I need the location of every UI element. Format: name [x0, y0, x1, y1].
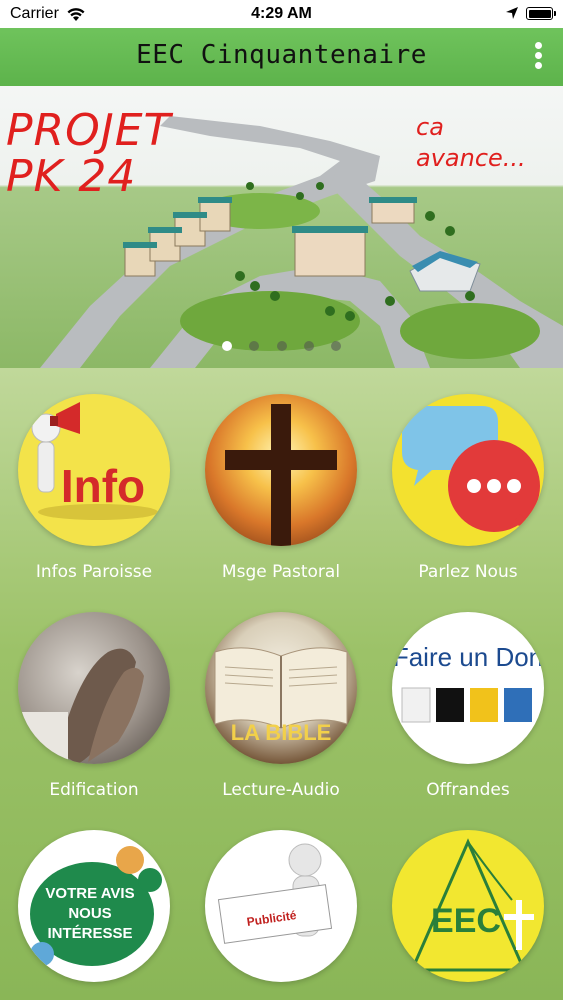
- menu-item-offrandes[interactable]: Faire un Don Offrandes: [374, 612, 562, 800]
- donation-image: Faire un Don: [392, 612, 544, 764]
- feedback-text-line: INTÉRESSE: [47, 925, 132, 942]
- tile-label: Edification: [49, 780, 139, 800]
- donation-title-text: Faire un Don: [393, 642, 543, 672]
- tile-label: Offrandes: [426, 780, 510, 800]
- menu-item-msge-pastoral[interactable]: Msge Pastoral: [187, 394, 375, 582]
- banner-title: PROJET PK 24: [6, 105, 172, 203]
- banner-note-line: ca: [416, 113, 444, 141]
- app-header: EEC Cinquantenaire: [0, 28, 563, 86]
- overflow-menu-button[interactable]: [533, 42, 543, 72]
- cross-sunset-image: [205, 394, 357, 546]
- menu-grid: Info Infos Paroisse Msge Pastoral Parlez…: [0, 368, 563, 1000]
- menu-item-eec[interactable]: EEC: [374, 830, 562, 998]
- info-graphic-text: Info: [61, 460, 145, 512]
- menu-dot-icon: [534, 62, 542, 69]
- eec-logo-text: EEC: [431, 902, 501, 940]
- banner-carousel[interactable]: PROJET PK 24 ca avance...: [0, 86, 563, 368]
- page-title: EEC Cinquantenaire: [136, 40, 427, 70]
- menu-item-edification[interactable]: Edification: [0, 612, 188, 800]
- status-bar: Carrier 4:29 AM: [0, 0, 563, 28]
- feedback-image: VOTRE AVIS NOUS INTÉRESSE: [18, 830, 170, 982]
- chat-icon: [402, 406, 540, 532]
- feedback-text-line: NOUS: [68, 905, 111, 922]
- banner-note: ca avance...: [416, 112, 526, 174]
- eec-logo-image: EEC: [392, 830, 544, 982]
- infos-paroisse-image: Info: [18, 394, 170, 546]
- banner-note-line: avance...: [416, 144, 526, 173]
- eec-logo-icon: EEC: [409, 838, 534, 972]
- menu-item-parlez-nous[interactable]: Parlez Nous: [374, 394, 562, 582]
- cross-icon: [225, 404, 337, 546]
- menu-dot-icon: [534, 42, 542, 49]
- feedback-text-line: VOTRE AVIS: [45, 885, 134, 902]
- tile-label: Msge Pastoral: [221, 562, 341, 582]
- page-dot[interactable]: [249, 341, 260, 351]
- banner-title-line: PROJET: [6, 105, 172, 156]
- clock: 4:29 AM: [251, 5, 312, 22]
- advertising-image: Publicité: [205, 830, 357, 982]
- tile-label: Lecture-Audio: [222, 780, 340, 800]
- bible-title-text: LA BIBLE: [231, 720, 332, 745]
- tile-label: Infos Paroisse: [35, 562, 153, 582]
- location-arrow-icon: [505, 6, 519, 25]
- menu-item-publicite[interactable]: Publicité: [187, 830, 375, 998]
- page-dot[interactable]: [330, 341, 341, 351]
- battery-icon: [526, 7, 556, 20]
- menu-item-votre-avis[interactable]: VOTRE AVIS NOUS INTÉRESSE: [0, 830, 188, 998]
- menu-item-infos-paroisse[interactable]: Info Infos Paroisse: [0, 394, 188, 582]
- praying-hands-image: [18, 612, 170, 764]
- menu-dot-icon: [534, 52, 542, 59]
- page-dot[interactable]: [276, 341, 287, 351]
- page-dot[interactable]: [222, 341, 233, 351]
- page-dot[interactable]: [303, 341, 314, 351]
- chat-bubbles-image: [392, 394, 544, 546]
- menu-item-lecture-audio[interactable]: LA BIBLE Lecture-Audio: [187, 612, 375, 800]
- bible-image: LA BIBLE: [205, 612, 357, 764]
- tile-label: Parlez Nous: [418, 562, 518, 582]
- carousel-page-indicator[interactable]: [0, 336, 563, 355]
- banner-title-line: PK 24: [6, 151, 137, 203]
